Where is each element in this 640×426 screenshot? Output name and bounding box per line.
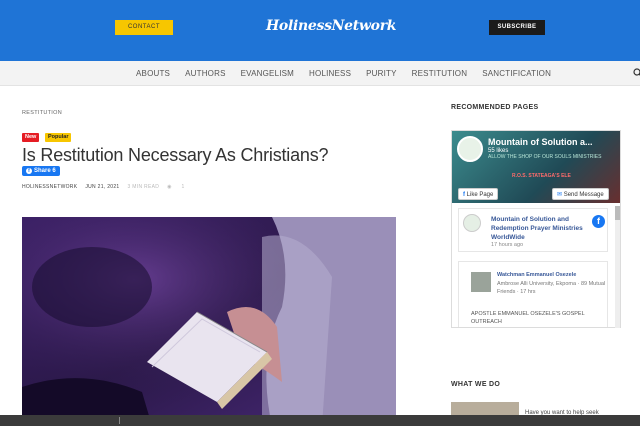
view-count: ◉ 1: [167, 184, 192, 190]
commenter-name[interactable]: Watchman Emmanuel Osezele: [497, 272, 576, 278]
fb-post-avatar[interactable]: [463, 214, 481, 232]
nav-item-authors[interactable]: AUTHORS: [185, 69, 226, 78]
nav-item-sanctification[interactable]: SANCTIFICATION: [482, 69, 551, 78]
article-hero-image: [22, 217, 396, 426]
what-we-do-heading: WHAT WE DO: [451, 381, 501, 388]
widget-scrollbar[interactable]: [615, 206, 620, 328]
author-link[interactable]: HOLINESSNETWORK: [22, 184, 77, 190]
search-icon[interactable]: [633, 68, 640, 78]
view-count-value: 1: [181, 184, 185, 190]
nav-item-abouts[interactable]: ABOUTS: [136, 69, 170, 78]
main-nav: ABOUTS AUTHORS EVANGELISM HOLINESS PURIT…: [0, 61, 640, 86]
fb-page-name[interactable]: Mountain of Solution a...: [488, 137, 592, 147]
comment-text: APOSTLE EMMANUEL OSEZELE'S GOSPEL OUTREA…: [471, 311, 585, 325]
bottom-bar: [0, 415, 640, 426]
fb-like-page-button[interactable]: f Like Page: [458, 188, 499, 200]
like-page-label: Like Page: [466, 192, 494, 198]
facebook-icon: f: [26, 168, 32, 174]
popular-badge: Popular: [45, 133, 72, 142]
facebook-share-button[interactable]: f Share 6: [22, 166, 60, 176]
fb-cover-photo[interactable]: Mountain of Solution a... 55 likes ALLOW…: [452, 131, 620, 203]
nav-item-purity[interactable]: PURITY: [366, 69, 397, 78]
scrollbar-thumb[interactable]: [615, 206, 620, 220]
bible-reading-image: [22, 217, 396, 426]
facebook-icon: f: [592, 215, 605, 228]
fb-post-time[interactable]: 17 hours ago: [491, 242, 523, 248]
fb-post-author[interactable]: Mountain of Solution and Redemption Pray…: [491, 215, 591, 242]
eye-icon: ◉: [167, 184, 172, 190]
site-logo[interactable]: HolinessNetwork: [266, 18, 397, 34]
read-time: 3 MIN READ: [127, 184, 160, 190]
nav-item-evangelism[interactable]: EVANGELISM: [241, 69, 294, 78]
new-badge: New: [22, 133, 40, 142]
article-meta: HOLINESSNETWORK JUN 21, 2021 3 MIN READ …: [22, 184, 201, 190]
fb-post-card[interactable]: Mountain of Solution and Redemption Pray…: [458, 208, 608, 252]
site-header: CONTACT HolinessNetwork SUBSCRIBE: [0, 0, 640, 61]
messenger-icon: ✉: [557, 192, 563, 198]
contact-button[interactable]: CONTACT: [115, 20, 173, 35]
recommended-pages-heading: RECOMMENDED PAGES: [451, 104, 539, 111]
send-message-label: Send Message: [563, 192, 604, 198]
publish-date: JUN 21, 2021: [85, 184, 120, 190]
commenter-avatar[interactable]: [471, 272, 491, 292]
subscribe-button[interactable]: SUBSCRIBE: [489, 20, 545, 35]
fb-page-tagline: ALLOW THE SHOP OF OUR SOULS MINISTRIES: [488, 154, 602, 160]
fb-page-logo[interactable]: [457, 136, 483, 162]
article-title: Is Restitution Necessary As Christians?: [22, 145, 329, 165]
fb-send-message-button[interactable]: ✉ Send Message: [552, 188, 609, 200]
share-label: Share 6: [34, 168, 56, 174]
breadcrumb[interactable]: RESTITUTION: [22, 110, 62, 116]
commenter-details: Ambrose Alli University, Ekpoma · 89 Mut…: [497, 281, 606, 295]
nav-item-restitution[interactable]: RESTITUTION: [412, 69, 468, 78]
fb-comment-card: Watchman Emmanuel Osezele Ambrose Alli U…: [458, 261, 608, 327]
fb-cover-text: R.O.S. STATEAGA'S ELE: [512, 173, 571, 179]
nav-menu: ABOUTS AUTHORS EVANGELISM HOLINESS PURIT…: [136, 61, 566, 86]
nav-item-holiness[interactable]: HOLINESS: [309, 69, 351, 78]
facebook-page-widget: Mountain of Solution a... 55 likes ALLOW…: [451, 130, 621, 328]
bottom-bar-divider: [119, 417, 120, 424]
facebook-icon: f: [463, 192, 465, 198]
